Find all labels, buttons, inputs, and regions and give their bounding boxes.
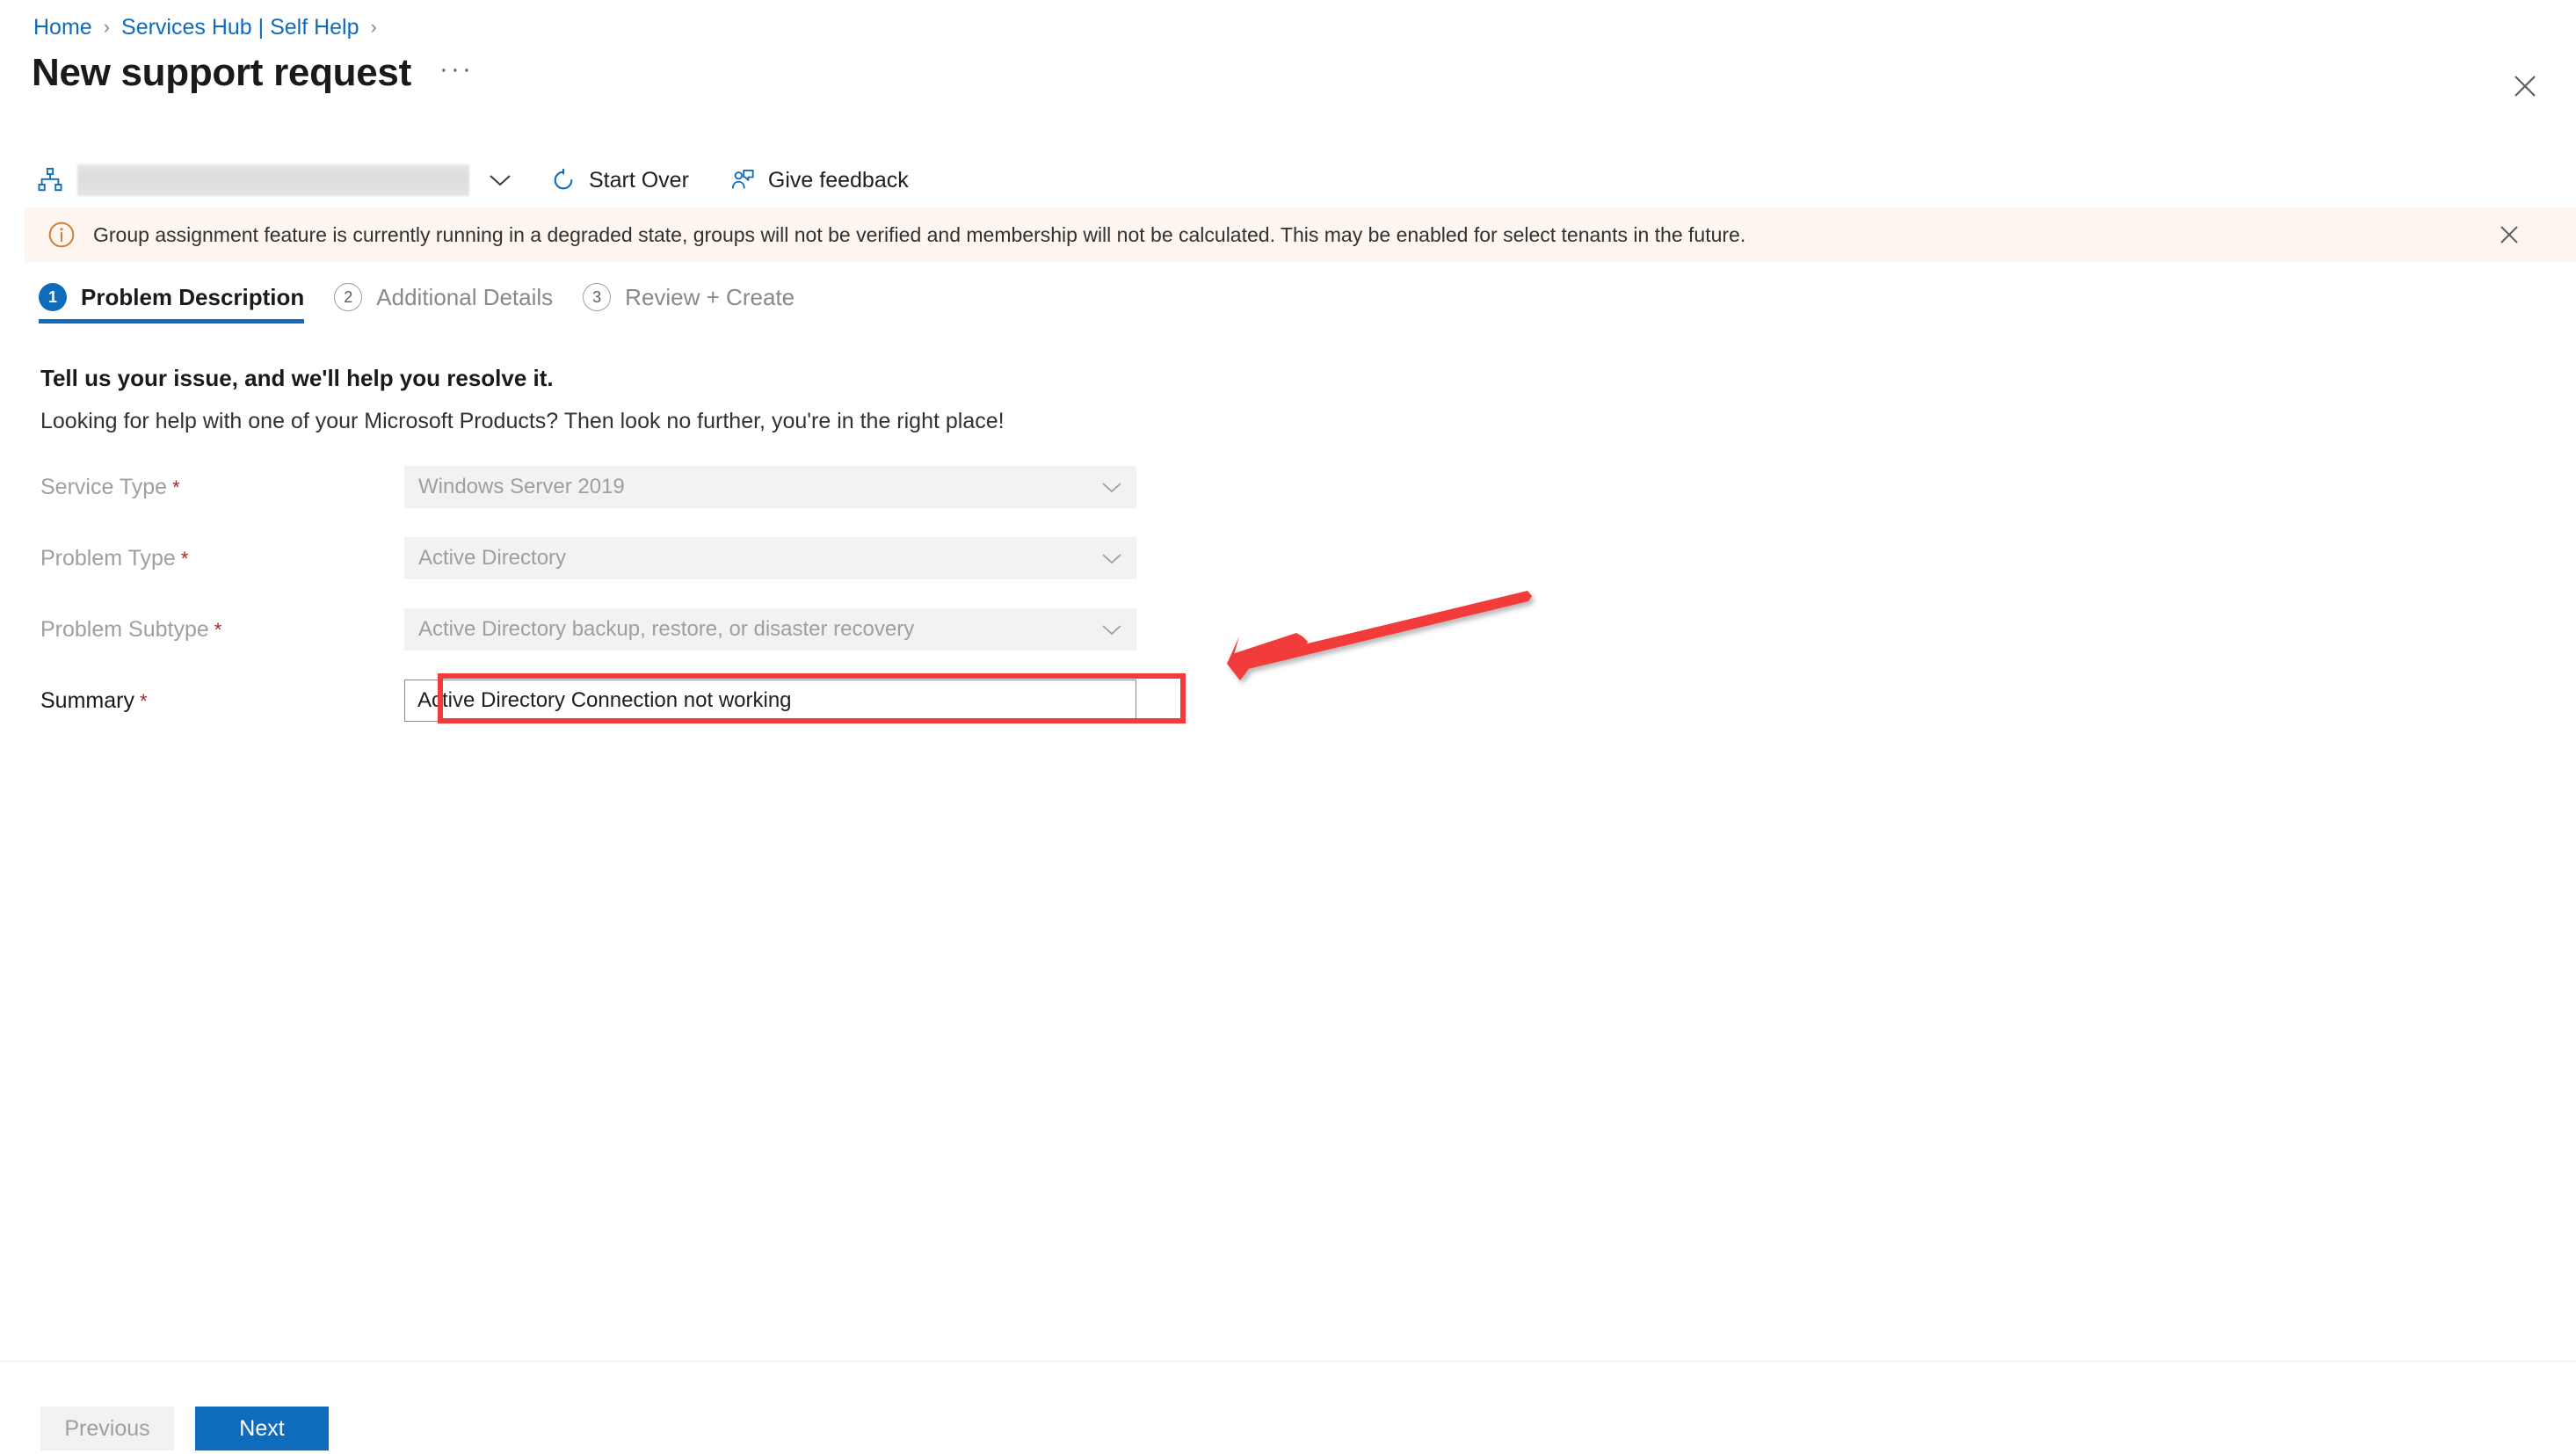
tab-additional-details[interactable]: 2 Additional Details xyxy=(334,283,553,324)
required-marker: * xyxy=(180,548,189,570)
notification-banner: Group assignment feature is currently ru… xyxy=(25,207,2576,262)
notification-banner-text: Group assignment feature is currently ru… xyxy=(93,222,1746,246)
form-row-problem-type: Problem Type * Active Directory xyxy=(0,537,2576,608)
close-icon xyxy=(2514,76,2536,97)
footer-divider xyxy=(0,1361,2576,1362)
close-icon xyxy=(2500,226,2518,244)
dismiss-banner-button[interactable] xyxy=(2492,217,2527,252)
intro-heading: Tell us your issue, and we'll help you r… xyxy=(40,365,554,391)
intro-subheading: Looking for help with one of your Micros… xyxy=(40,409,1005,433)
page-title: New support request xyxy=(32,51,411,94)
refresh-icon xyxy=(550,167,577,193)
more-options-button[interactable]: ··· xyxy=(434,53,479,93)
close-blade-button[interactable] xyxy=(2504,65,2546,107)
service-type-label-text: Service Type xyxy=(40,475,168,499)
page-title-row: New support request ··· xyxy=(32,51,479,95)
required-marker: * xyxy=(214,619,222,641)
chevron-down-icon xyxy=(1101,552,1122,565)
tab-label: Review + Create xyxy=(625,283,795,310)
form-row-service-type: Service Type * Windows Server 2019 xyxy=(0,466,2576,537)
summary-label: Summary * xyxy=(0,680,404,723)
tab-step-number: 3 xyxy=(583,283,612,311)
required-marker: * xyxy=(172,476,180,498)
problem-subtype-label: Problem Subtype * xyxy=(0,608,404,651)
problem-type-label: Problem Type * xyxy=(0,537,404,580)
service-type-value: Windows Server 2019 xyxy=(418,475,625,498)
chevron-down-icon xyxy=(1101,481,1122,494)
tab-problem-description[interactable]: 1 Problem Description xyxy=(39,283,305,324)
command-bar: Start Over Give feedback xyxy=(0,156,2576,204)
start-over-button[interactable]: Start Over xyxy=(545,160,694,200)
previous-button[interactable]: Previous xyxy=(40,1407,174,1450)
breadcrumb: Home › Services Hub | Self Help › xyxy=(33,12,388,42)
problem-description-form: Service Type * Windows Server 2019 Proble… xyxy=(0,466,2576,751)
problem-type-control: Active Directory xyxy=(404,537,1136,579)
tab-label: Problem Description xyxy=(81,283,305,310)
breadcrumb-separator-icon: › xyxy=(370,16,377,38)
tenant-chevron-down-icon[interactable] xyxy=(485,173,515,187)
tab-step-number: 1 xyxy=(39,283,67,311)
tenant-selector[interactable] xyxy=(37,160,515,200)
breadcrumb-item-home[interactable]: Home xyxy=(33,15,92,40)
summary-label-text: Summary xyxy=(40,688,134,713)
breadcrumb-separator-icon: › xyxy=(103,16,111,38)
summary-input[interactable]: Active Directory Connection not working xyxy=(404,680,1136,722)
summary-control: Active Directory Connection not working xyxy=(404,680,1136,722)
hierarchy-icon xyxy=(38,167,62,192)
tab-label: Additional Details xyxy=(376,283,554,310)
service-type-select[interactable]: Windows Server 2019 xyxy=(404,466,1136,508)
info-icon xyxy=(48,222,75,248)
problem-subtype-label-text: Problem Subtype xyxy=(40,617,209,642)
feedback-person-icon xyxy=(729,167,756,193)
wizard-tabs: 1 Problem Description 2 Additional Detai… xyxy=(39,283,824,324)
form-row-problem-subtype: Problem Subtype * Active Directory backup… xyxy=(0,608,2576,680)
chevron-down-icon xyxy=(1101,623,1122,636)
problem-type-value: Active Directory xyxy=(418,546,567,570)
next-button[interactable]: Next xyxy=(195,1407,329,1450)
problem-subtype-value: Active Directory backup, restore, or dis… xyxy=(418,617,915,641)
problem-type-select[interactable]: Active Directory xyxy=(404,537,1136,579)
problem-subtype-select[interactable]: Active Directory backup, restore, or dis… xyxy=(404,608,1136,651)
form-row-summary: Summary * Active Directory Connection not… xyxy=(0,680,2576,751)
tab-review-create[interactable]: 3 Review + Create xyxy=(583,283,795,324)
problem-type-label-text: Problem Type xyxy=(40,546,176,571)
give-feedback-label: Give feedback xyxy=(767,167,909,193)
service-type-label: Service Type * xyxy=(0,466,404,509)
problem-subtype-control: Active Directory backup, restore, or dis… xyxy=(404,608,1136,651)
start-over-label: Start Over xyxy=(589,167,689,193)
tenant-value-redacted xyxy=(77,164,469,196)
wizard-footer: Previous Next xyxy=(40,1407,329,1450)
breadcrumb-item-services-hub[interactable]: Services Hub | Self Help xyxy=(121,15,359,40)
tab-step-number: 2 xyxy=(334,283,363,311)
required-marker: * xyxy=(139,690,148,712)
give-feedback-button[interactable]: Give feedback xyxy=(724,160,914,200)
service-type-control: Windows Server 2019 xyxy=(404,466,1136,508)
